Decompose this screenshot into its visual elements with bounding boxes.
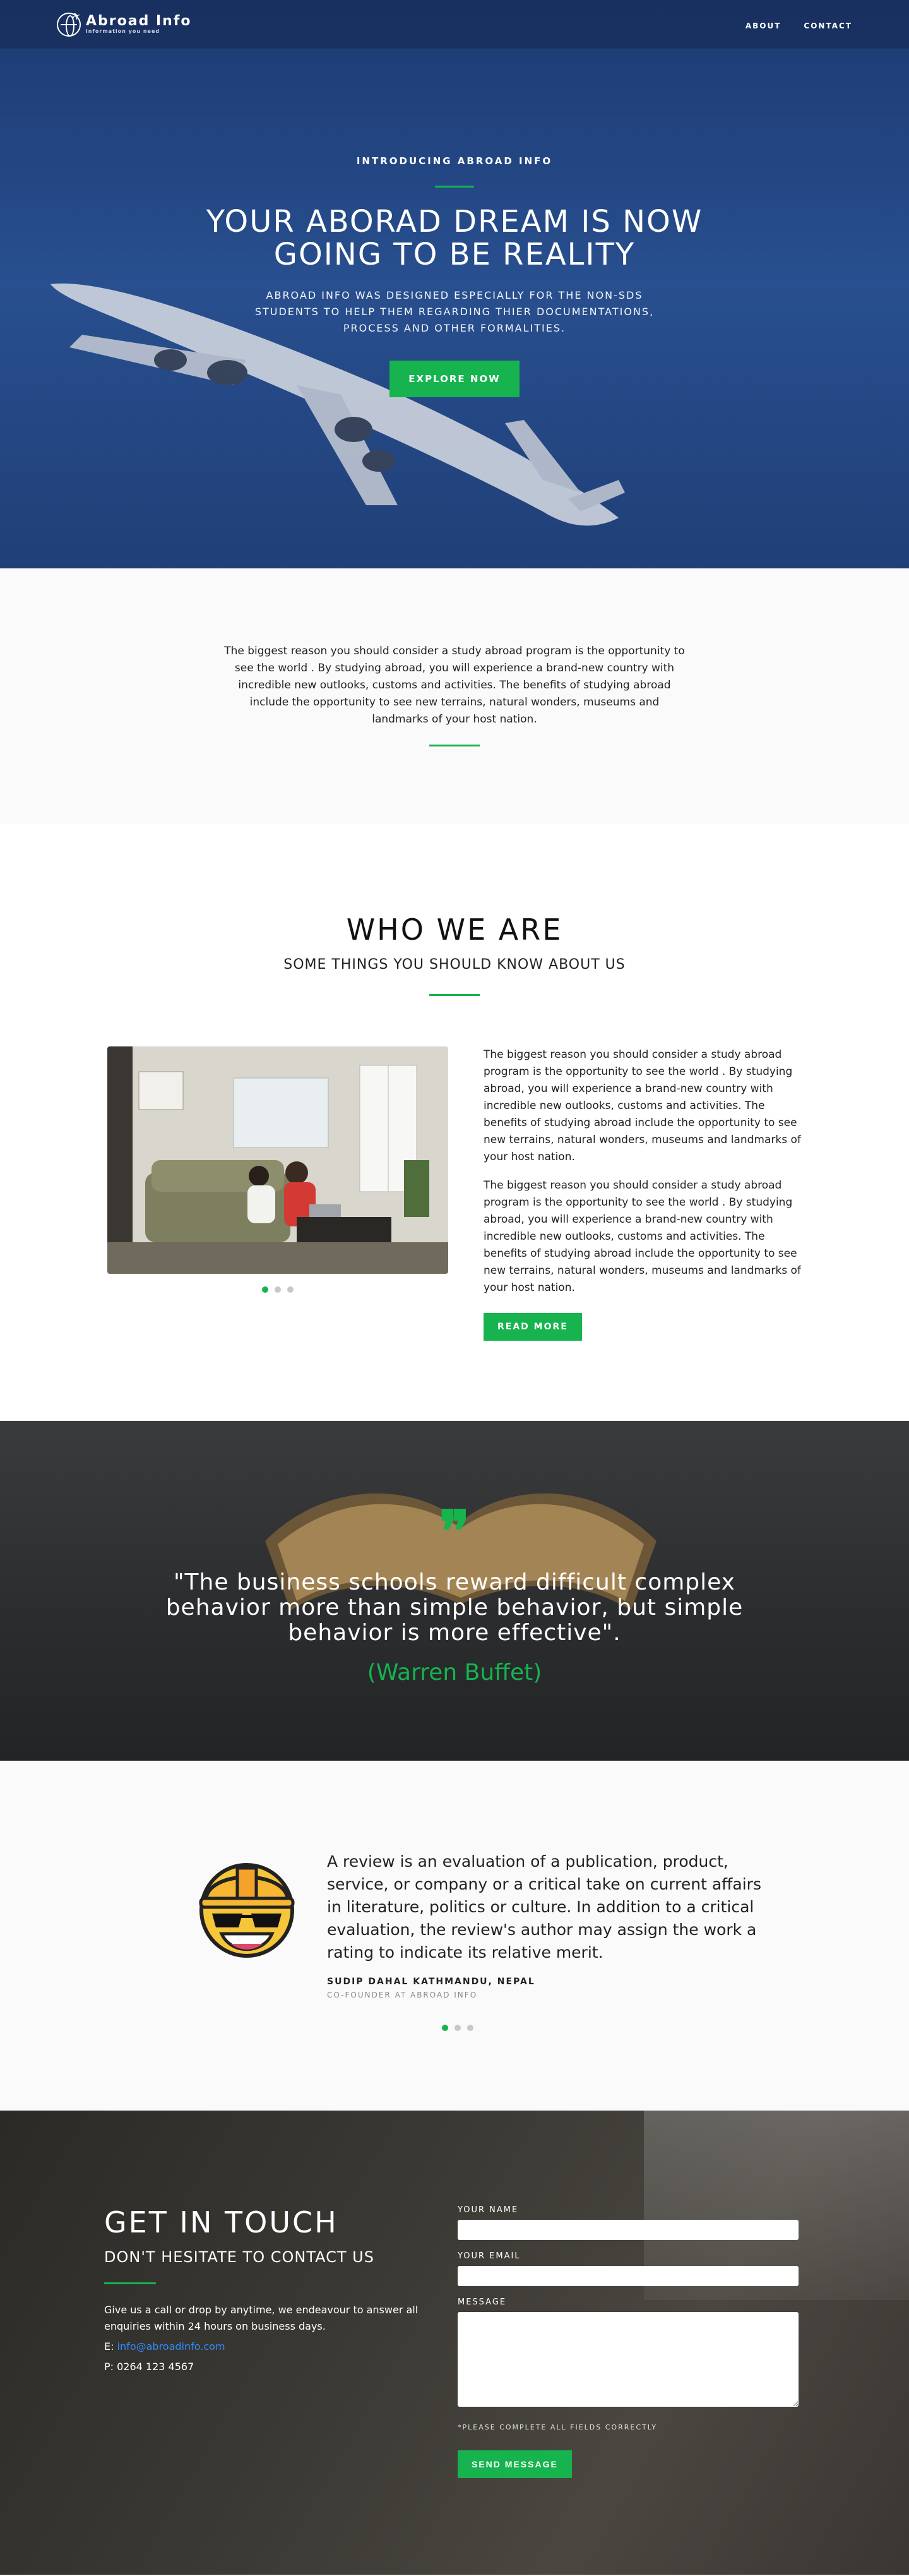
review-section: A review is an evaluation of a publicati… [0,1761,909,2111]
send-message-button[interactable]: SEND MESSAGE [458,2450,572,2478]
quote-section: ❞ "The business schools reward difficult… [0,1421,909,1761]
who-paragraph-1: The biggest reason you should consider a… [484,1048,801,1163]
hero-divider [435,186,474,188]
review-dot-1[interactable] [442,2025,448,2031]
contact-email-line: E: info@abroadinfo.com [104,2339,420,2355]
nav-link-contact[interactable]: CONTACT [804,21,852,30]
reviewer-name: SUDIP DAHAL KATHMANDU, NEPAL [327,1977,535,1987]
logo-name: Abroad Info [86,13,192,29]
carousel-dot-1[interactable] [262,1286,268,1293]
logo-tagline: information you need [86,28,160,34]
who-carousel-dots [107,1286,448,1293]
contact-title: GET IN TOUCH [104,2205,338,2239]
review-text: A review is an evaluation of a publicati… [327,1852,761,1962]
top-navbar: ✈ Abroad Info information you need ABOUT… [0,0,909,49]
contact-email-link[interactable]: info@abroadinfo.com [117,2340,225,2352]
who-title: WHO WE ARE [346,913,563,947]
email-label: YOUR EMAIL [458,2251,521,2261]
contact-divider [104,2282,156,2284]
email-prefix: E: [104,2340,117,2352]
name-label: YOUR NAME [458,2205,519,2215]
carousel-dot-3[interactable] [287,1286,294,1293]
reviewer-role: CO-FOUNDER AT ABROAD INFO [327,1991,478,1999]
intro-divider [429,745,480,746]
contact-section: GET IN TOUCH DON'T HESITATE TO CONTACT U… [0,2111,909,2575]
globe-icon: ✈ [57,9,83,37]
carousel-dot-2[interactable] [275,1286,281,1293]
name-input[interactable] [458,2220,799,2240]
who-we-are-section: WHO WE ARE SOME THINGS YOU SHOULD KNOW A… [0,824,909,1421]
quote-text: "The business schools reward difficult c… [165,1569,744,1646]
explore-now-button[interactable]: EXPLORE NOW [389,361,520,397]
contact-subtitle: DON'T HESITATE TO CONTACT US [104,2248,374,2266]
intro-section: The biggest reason you should consider a… [0,568,909,824]
who-divider [429,994,480,996]
hero-subtitle: ABROAD INFO WAS DESIGNED ESPECIALLY FOR … [254,289,655,334]
quote-icon: ❞ [439,1498,470,1565]
message-textarea[interactable] [458,2312,799,2407]
intro-text: The biggest reason you should consider a… [224,645,685,726]
contact-form: YOUR NAME YOUR EMAIL MESSAGE *PLEASE COM… [458,2205,799,2478]
review-dot-2[interactable] [454,2025,461,2031]
contact-phone: P: 0264 123 4567 [104,2361,194,2373]
review-dot-3[interactable] [467,2025,473,2031]
who-paragraph-2: The biggest reason you should consider a… [484,1179,801,1294]
construction-emoji-icon [199,1863,295,1958]
email-input[interactable] [458,2266,799,2286]
contact-description: Give us a call or drop by anytime, we en… [104,2304,419,2332]
site-logo[interactable]: ✈ Abroad Info information you need [57,9,192,37]
hero-title: YOUR ABORAD DREAM IS NOW GOING TO BE REA… [206,204,703,272]
nav-menu: ABOUT CONTACT [746,19,852,31]
quote-author: (Warren Buffet) [367,1660,542,1686]
form-note: *PLEASE COMPLETE ALL FIELDS CORRECTLY [458,2423,658,2431]
who-subtitle: SOME THINGS YOU SHOULD KNOW ABOUT US [283,957,626,973]
hero-eyebrow: INTRODUCING ABROAD INFO [356,155,553,167]
nav-link-about[interactable]: ABOUT [746,21,781,30]
couple-on-sofa-photo [107,1046,448,1274]
review-carousel-dots [442,2025,761,2031]
message-label: MESSAGE [458,2297,507,2307]
hero-section: INTRODUCING ABROAD INFO YOUR ABORAD DREA… [0,0,909,568]
read-more-button[interactable]: READ MORE [484,1313,582,1341]
